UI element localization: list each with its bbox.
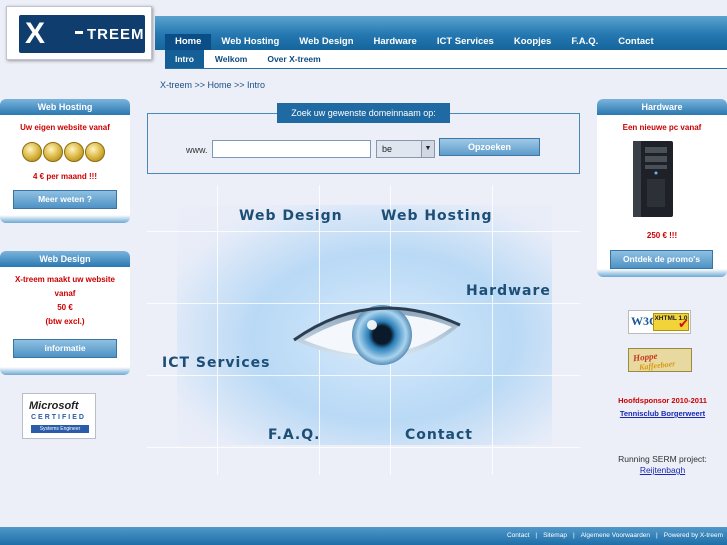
design-vat: (btw excl.) [45, 317, 85, 326]
subnav-welkom[interactable]: Welkom [205, 50, 257, 68]
serm-link[interactable]: Reijtenbagh [598, 465, 727, 475]
tld-value: be [382, 144, 393, 154]
design-box: Web Design X-treem maakt uw website vana… [0, 251, 130, 375]
subnav-intro[interactable]: Intro [165, 50, 204, 68]
hardware-promo-button[interactable]: Ontdek de promo's [610, 250, 713, 269]
nav-web-design[interactable]: Web Design [289, 34, 363, 50]
hero-link-web-hosting[interactable]: Web Hosting [381, 208, 492, 224]
domain-search-title: Zoek uw gewenste domeinnaam op: [277, 103, 450, 123]
hero-link-contact[interactable]: Contact [405, 427, 473, 443]
ms-certified: CERTIFIED [31, 414, 86, 421]
hosting-box: Web Hosting Uw eigen website vanaf 4 € p… [0, 99, 130, 223]
box-footer [597, 269, 727, 277]
nav-contact[interactable]: Contact [608, 34, 663, 50]
box-footer [0, 367, 130, 375]
serm-label: Running SERM project: [618, 454, 707, 464]
hero-link-faq[interactable]: F.A.Q. [268, 427, 320, 443]
logo[interactable]: X TREEM [6, 6, 152, 60]
sponsor-label: Hoofdsponsor 2010-2011 [618, 396, 707, 405]
chevron-down-icon[interactable]: ▼ [421, 141, 434, 157]
eye-illustration [293, 305, 461, 365]
grid-line [147, 447, 580, 448]
nav-ict-services[interactable]: ICT Services [427, 34, 504, 50]
design-info-button[interactable]: informatie [13, 339, 117, 358]
design-promo-line2: vanaf [54, 289, 76, 298]
pc-tower-icon [633, 141, 673, 217]
box-footer [0, 215, 130, 223]
www-prefix: www. [186, 145, 208, 155]
nav-faq[interactable]: F.A.Q. [561, 34, 608, 50]
sub-nav: Intro Welkom Over X-treem [165, 50, 727, 69]
footer-separator: | [656, 532, 658, 539]
coin-icon [22, 142, 42, 162]
hosting-promo-text: Uw eigen website vanaf [20, 123, 110, 132]
footer-link-terms[interactable]: Algemene Voorwaarden [581, 532, 650, 539]
nav-hardware[interactable]: Hardware [364, 34, 427, 50]
hardware-promo-text: Een nieuwe pc vanaf [622, 123, 702, 132]
design-promo-line1: X-treem maakt uw website [14, 275, 116, 284]
domain-input[interactable] [212, 140, 371, 158]
hardware-box: Hardware Een nieuwe pc vanaf 250 € !!! O… [597, 99, 727, 277]
footer-link-sitemap[interactable]: Sitemap [543, 532, 567, 539]
check-icon: ✔ [678, 317, 689, 332]
coin-icon [85, 142, 105, 162]
search-button[interactable]: Opzoeken [439, 138, 540, 156]
grid-line [147, 231, 580, 232]
hardware-box-title: Hardware [597, 99, 727, 115]
footer-links: Contact | Sitemap | Algemene Voorwaarden… [507, 532, 723, 539]
sponsor-link[interactable]: Tennisclub Borgerweert [598, 409, 727, 418]
w3c-xhtml-badge[interactable]: W3C XHTML 1.0 ✔ [628, 310, 691, 334]
grid-line [492, 185, 493, 475]
coin-icon [64, 142, 84, 162]
main-nav: Home Web Hosting Web Design Hardware ICT… [165, 34, 664, 50]
subnav-over[interactable]: Over X-treem [257, 50, 330, 68]
hardware-price: 250 € !!! [646, 231, 678, 240]
nav-web-hosting[interactable]: Web Hosting [211, 34, 289, 50]
ms-brand: Microsoft [29, 400, 79, 412]
footer: Contact | Sitemap | Algemene Voorwaarden… [0, 527, 727, 545]
coin-icon [43, 142, 63, 162]
footer-separator: | [572, 532, 575, 539]
nav-koopjes[interactable]: Koopjes [504, 34, 561, 50]
hero-link-web-design[interactable]: Web Design [239, 208, 343, 224]
logo-text: TREEM [87, 26, 145, 43]
hero-link-ict-services[interactable]: ICT Services [162, 355, 270, 371]
hosting-more-button[interactable]: Meer weten ? [13, 190, 117, 209]
logo-mark: X TREEM [19, 15, 145, 53]
sponsor-logo[interactable]: Hoppe Kaffeeboer [628, 348, 692, 372]
footer-separator: | [535, 532, 538, 539]
logo-dash [75, 31, 83, 34]
footer-link-contact[interactable]: Contact [507, 532, 529, 539]
design-price: 50 € [57, 303, 73, 312]
hero-image: Web Design Web Hosting Hardware ICT Serv… [147, 185, 580, 475]
ms-role: Systems Engineer [31, 425, 89, 433]
hosting-price: 4 € per maand !!! [32, 172, 97, 181]
breadcrumb: X-treem >> Home >> Intro [160, 80, 266, 90]
hero-link-hardware[interactable]: Hardware [466, 283, 551, 299]
design-box-title: Web Design [0, 251, 130, 267]
footer-link-powered[interactable]: Powered by X-treem [664, 532, 723, 539]
nav-home[interactable]: Home [165, 34, 212, 50]
hosting-box-title: Web Hosting [0, 99, 130, 115]
microsoft-certified-badge[interactable]: Microsoft CERTIFIED Systems Engineer [22, 393, 96, 439]
grid-line [217, 185, 218, 475]
tld-select[interactable]: be ▼ [376, 140, 435, 158]
logo-x: X [25, 17, 45, 50]
